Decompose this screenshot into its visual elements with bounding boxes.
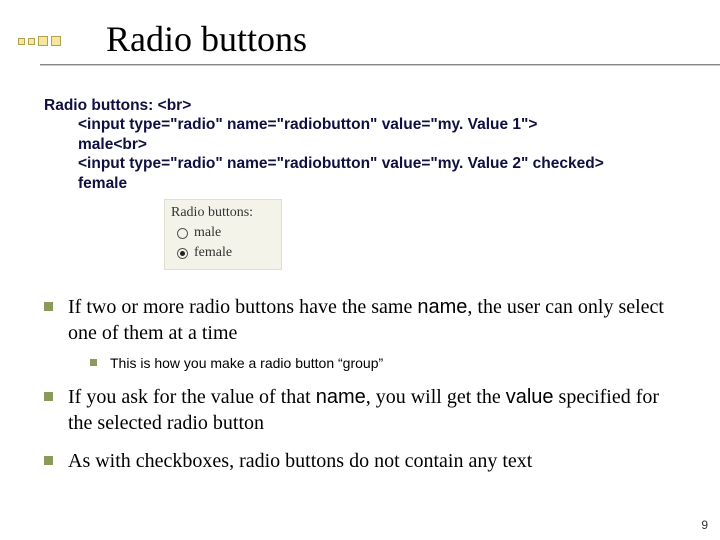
keyword-name: name	[316, 386, 366, 408]
title-area: Radio buttons	[0, 0, 720, 66]
title-underline	[40, 64, 720, 66]
example-option-label: male	[194, 224, 221, 243]
example-header: Radio buttons:	[171, 204, 275, 223]
code-line: female	[44, 174, 684, 193]
code-line: Radio buttons: <br>	[44, 97, 191, 114]
keyword-value: value	[506, 386, 554, 408]
rendered-example: Radio buttons: male female	[164, 199, 282, 270]
example-radio-row: female	[177, 244, 275, 263]
bullet-text: , you will get the	[366, 386, 506, 408]
radio-unchecked-icon	[177, 228, 188, 239]
code-example: Radio buttons: <br> <input type="radio" …	[44, 96, 684, 193]
bullet-item: If you ask for the value of that name, y…	[44, 384, 684, 436]
slide-number: 9	[701, 518, 708, 532]
slide-content: Radio buttons: <br> <input type="radio" …	[0, 66, 720, 474]
deco-square-icon	[51, 36, 61, 46]
deco-square-icon	[18, 38, 25, 45]
sub-bullet-list: This is how you make a radio button “gro…	[68, 354, 684, 372]
deco-square-icon	[28, 38, 35, 45]
radio-checked-icon	[177, 248, 188, 259]
example-radio-row: male	[177, 224, 275, 243]
code-line: <input type="radio" name="radiobutton" v…	[44, 115, 684, 134]
bullet-list: If two or more radio buttons have the sa…	[44, 294, 684, 474]
radio-dot-icon	[180, 251, 185, 256]
sub-bullet-item: This is how you make a radio button “gro…	[86, 354, 684, 372]
deco-square-icon	[38, 36, 48, 46]
bullet-text: If you ask for the value of that	[68, 386, 316, 408]
keyword-name: name	[417, 296, 467, 318]
example-option-label: female	[194, 244, 232, 263]
bullet-text: If two or more radio buttons have the sa…	[68, 296, 417, 318]
code-line: male<br>	[44, 135, 684, 154]
code-line: <input type="radio" name="radiobutton" v…	[44, 154, 684, 173]
bullet-item: As with checkboxes, radio buttons do not…	[44, 448, 684, 474]
bullet-item: If two or more radio buttons have the sa…	[44, 294, 684, 372]
title-decoration	[18, 36, 61, 46]
slide-title: Radio buttons	[26, 18, 720, 60]
